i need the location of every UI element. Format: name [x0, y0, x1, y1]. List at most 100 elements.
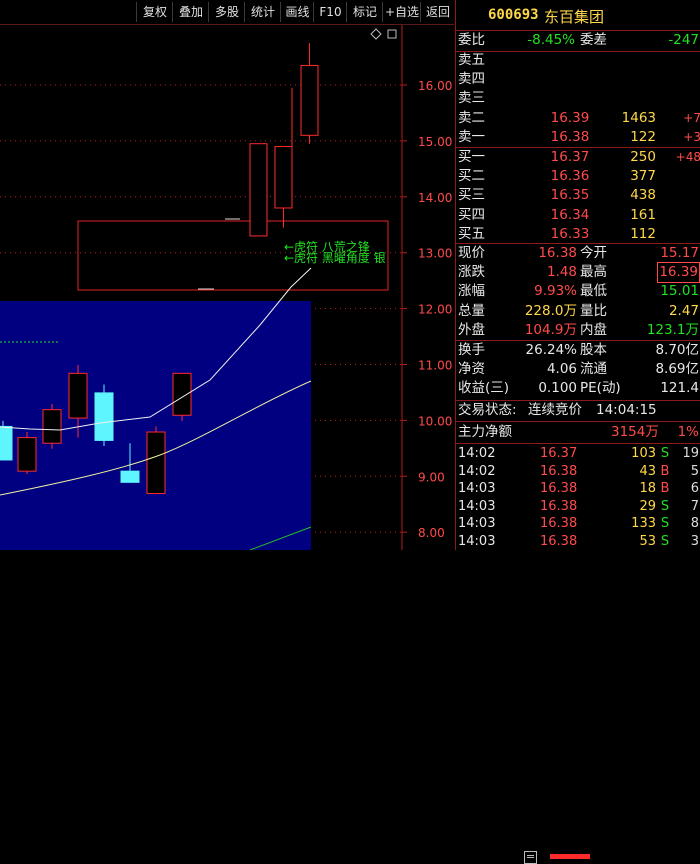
divider [456, 443, 700, 444]
kline-chart[interactable]: 16.00 15.00 14.00 13.00 12.00 11.00 10.00 9.00 8… [0, 25, 454, 550]
mark-button[interactable]: 标记 [346, 2, 383, 22]
bid-volume: 250 [630, 149, 656, 165]
tick-row: 14:03 16.38 53 S 3 [456, 533, 700, 551]
tick-volume: 29 [639, 498, 656, 514]
ask-row[interactable]: 卖一 16.38 122 +3 [456, 128, 700, 147]
bid-row[interactable]: 买二 16.36 377 [456, 167, 700, 186]
stat-value: 123.1万 [646, 321, 699, 338]
main-net-label: 主力净额 [458, 424, 512, 440]
overlay-button[interactable]: 叠加 [172, 2, 209, 22]
kline-svg[interactable]: 16.00 15.00 14.00 13.00 12.00 11.00 10.00 9.00 8… [0, 25, 454, 550]
stat-label: 今开 [580, 245, 607, 261]
bid-label: 买一 [458, 149, 485, 165]
back-button[interactable]: 返回 [420, 2, 455, 22]
ask-change: +3 [683, 129, 700, 144]
tick-price: 16.38 [540, 463, 578, 479]
divider [456, 421, 700, 422]
tick-direction: B [660, 463, 670, 479]
tick-time: 14:02 [458, 446, 496, 461]
bid-row[interactable]: 买三 16.35 438 [456, 186, 700, 205]
stat-label: 净资 [458, 361, 485, 378]
candle-body[interactable] [249, 143, 268, 237]
bid-volume: 161 [630, 206, 656, 223]
quote-panel: 600693 东百集团 委比 -8.45% 委差 -247 卖五 卖四 卖三 卖二 16… [455, 0, 700, 864]
stat-row: 外盘 104.9万 内盘 123.1万 [456, 321, 700, 340]
candle-body[interactable] [120, 470, 140, 483]
stat-label: 量比 [580, 302, 607, 319]
weicha-label: 委差 [580, 32, 607, 48]
y-tick-label: 14.00 [418, 191, 452, 205]
stat-value: 26.24% [525, 342, 577, 358]
tick-count: 8 [690, 516, 699, 532]
stat-value: 4.06 [546, 361, 577, 378]
y-tick-label: 10.00 [418, 414, 452, 428]
ask-row[interactable]: 卖四 [456, 70, 700, 89]
bid-label: 买五 [458, 225, 485, 242]
box-icon[interactable] [387, 29, 397, 39]
tick-row: 14:02 16.37 103 S 19 [456, 445, 700, 463]
candle-body[interactable] [0, 425, 13, 461]
stat-value: 121.4 [660, 380, 699, 397]
stat-row: 现价 16.38 今开 15.17 [456, 244, 700, 263]
tick-volume: 53 [639, 534, 656, 549]
y-tick-label: 15.00 [418, 135, 452, 149]
bid-change: +48 [675, 150, 700, 164]
stat-row: 总量 228.0万 量比 2.47 [456, 302, 700, 321]
tick-direction: S [660, 534, 670, 549]
stock-name: 东百集团 [544, 8, 605, 26]
candle-body[interactable] [172, 372, 192, 416]
candle-body[interactable] [274, 145, 293, 209]
tick-row: 14:02 16.38 43 B 5 [456, 463, 700, 481]
add-watchlist-button[interactable]: +自选 [382, 2, 421, 22]
trade-time: 14:04:15 [596, 402, 657, 418]
tick-count: 7 [690, 498, 699, 514]
candle-body[interactable] [68, 372, 88, 419]
tick-row: 14:03 16.38 29 S 7 [456, 498, 700, 516]
ask-row[interactable]: 卖五 [456, 51, 700, 70]
tick-direction: S [660, 498, 670, 514]
ask-label: 卖四 [458, 71, 485, 88]
ask-row[interactable]: 卖三 [456, 89, 700, 108]
stat-value: 1.48 [546, 264, 577, 281]
f10-button[interactable]: F10 [313, 2, 347, 22]
weibi-label: 委比 [458, 32, 485, 48]
tick-price: 16.38 [540, 498, 578, 514]
tick-count: 3 [690, 534, 699, 549]
tick-count: 5 [690, 463, 699, 479]
stat-label: 涨幅 [458, 283, 485, 300]
diamond-icon[interactable] [370, 28, 382, 40]
tick-volume: 43 [639, 463, 656, 479]
y-tick-label: 9.00 [418, 470, 445, 484]
list-icon[interactable] [524, 851, 537, 864]
trade-status-row: 交易状态: 连续竞价 14:04:15 [456, 401, 700, 420]
ask-label: 卖二 [458, 109, 485, 126]
stat-label: 涨跌 [458, 264, 485, 281]
stat-value: 15.01 [660, 283, 699, 300]
bid-row[interactable]: 买一 16.37 250 +48 [456, 148, 700, 167]
candle-body[interactable] [300, 64, 319, 136]
main-net-pct: 1% [677, 424, 699, 440]
ask-price: 16.39 [550, 109, 590, 126]
candle-body[interactable] [17, 437, 37, 472]
stat-label: 流通 [580, 361, 607, 378]
ask-row[interactable]: 卖二 16.39 1463 +7 [456, 109, 700, 128]
stat-label: 股本 [580, 342, 607, 358]
restore-rights-button[interactable]: 复权 [136, 2, 173, 22]
bid-price: 16.36 [550, 168, 590, 185]
ask-label: 卖三 [458, 90, 485, 107]
statistics-button[interactable]: 统计 [244, 2, 281, 22]
bid-row[interactable]: 买五 16.33 112 [456, 225, 700, 244]
y-tick-label: 13.00 [418, 247, 452, 261]
candle-body[interactable] [42, 409, 62, 444]
bid-label: 买三 [458, 187, 485, 204]
draw-line-button[interactable]: 画线 [280, 2, 314, 22]
candle-body[interactable] [94, 392, 114, 441]
stat-label: 现价 [458, 245, 485, 261]
main-net-row[interactable]: 主力净额 3154万 1% [456, 423, 700, 864]
ask-change: +7 [683, 110, 700, 125]
bid-row[interactable]: 买四 16.34 161 [456, 206, 700, 225]
multi-stock-button[interactable]: 多股 [208, 2, 245, 22]
candle-body[interactable] [146, 431, 166, 495]
main-net-value: 3154万 [611, 424, 659, 440]
stat-label: 收益(三) [458, 380, 510, 397]
